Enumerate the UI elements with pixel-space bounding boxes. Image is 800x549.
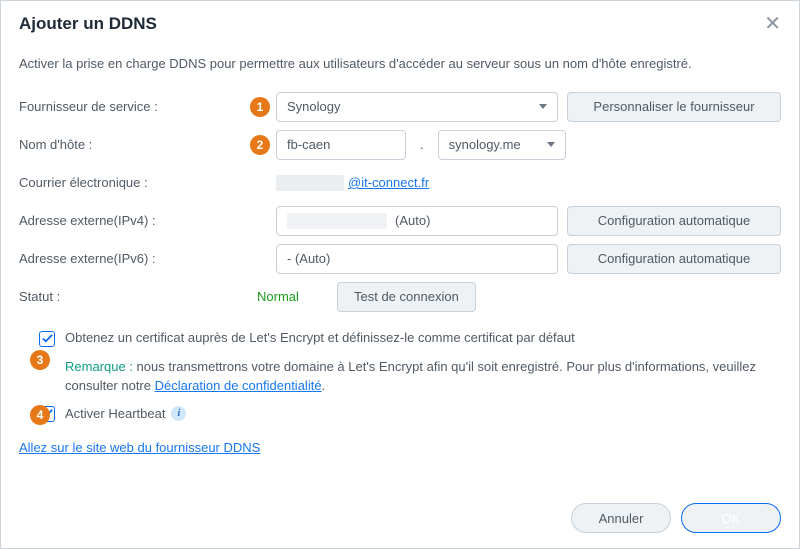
row-hostname: Nom d'hôte : 2 . synology.me [19,126,781,164]
cancel-button[interactable]: Annuler [571,503,671,533]
dialog-footer: Annuler OK [1,493,799,548]
email-link[interactable]: @it-connect.fr [348,175,429,190]
label-ipv4: Adresse externe(IPv4) : [19,213,241,228]
check-icon [42,333,53,344]
row-le-cert: 3 Obtenez un certificat auprès de Let's … [32,330,781,347]
chevron-down-icon [547,142,555,147]
intro-text: Activer la prise en charge DDNS pour per… [19,54,781,74]
note-text-after: . [322,378,326,393]
dialog-title: Ajouter un DDNS [19,14,157,34]
row-status: Statut : Normal Test de connexion [19,278,781,316]
ipv6-input-wrapper [276,244,558,274]
row-ipv6: Adresse externe(IPv6) : Configuration au… [19,240,781,278]
row-ipv4: Adresse externe(IPv4) : (Auto) Configura… [19,202,781,240]
dialog-header: Ajouter un DDNS ✕ [1,1,799,44]
note-label: Remarque : [65,359,133,374]
ipv6-input[interactable] [287,251,547,266]
domain-select[interactable]: synology.me [438,130,566,160]
ipv4-autoconfig-button[interactable]: Configuration automatique [567,206,781,236]
label-provider: Fournisseur de service : [19,99,241,114]
test-connection-button[interactable]: Test de connexion [337,282,476,312]
ok-button[interactable]: OK [681,503,781,533]
ipv4-masked [287,213,387,229]
step-badge-4: 4 [30,405,50,425]
provider-select-value: Synology [287,99,340,114]
email-masked-prefix [276,175,344,191]
label-status: Statut : [19,289,241,304]
le-cert-checkbox[interactable] [39,331,55,347]
info-icon[interactable]: i [171,406,186,421]
close-icon[interactable]: ✕ [764,14,781,34]
label-hostname: Nom d'hôte : [19,137,241,152]
chevron-down-icon [539,104,547,109]
step-badge-1: 1 [250,97,270,117]
dialog-body: Activer la prise en charge DDNS pour per… [1,44,799,493]
hostname-input[interactable] [287,137,395,152]
row-heartbeat: 4 Activer Heartbeat i [32,406,781,422]
row-email: Courrier électronique : @it-connect.fr [19,164,781,202]
hostname-input-wrapper [276,130,406,160]
row-provider: Fournisseur de service : 1 Synology Pers… [19,88,781,126]
ipv4-input-wrapper[interactable]: (Auto) [276,206,558,236]
hostname-dot: . [420,137,424,152]
ddns-dialog: Ajouter un DDNS ✕ Activer la prise en ch… [0,0,800,549]
step-badge-3: 3 [30,350,50,370]
le-cert-label: Obtenez un certificat auprès de Let's En… [65,330,575,345]
heartbeat-label: Activer Heartbeat [65,406,165,421]
label-email: Courrier électronique : [19,175,241,190]
le-note: Remarque : nous transmettrons votre doma… [65,357,781,396]
privacy-link[interactable]: Déclaration de confidentialité [155,378,322,393]
step-badge-2: 2 [250,135,270,155]
status-value: Normal [257,289,315,304]
label-ipv6: Adresse externe(IPv6) : [19,251,241,266]
provider-site-link[interactable]: Allez sur le site web du fournisseur DDN… [19,440,260,455]
customize-provider-button[interactable]: Personnaliser le fournisseur [567,92,781,122]
domain-select-value: synology.me [449,137,521,152]
provider-select[interactable]: Synology [276,92,558,122]
ipv6-autoconfig-button[interactable]: Configuration automatique [567,244,781,274]
ipv4-auto-suffix: (Auto) [395,213,547,228]
